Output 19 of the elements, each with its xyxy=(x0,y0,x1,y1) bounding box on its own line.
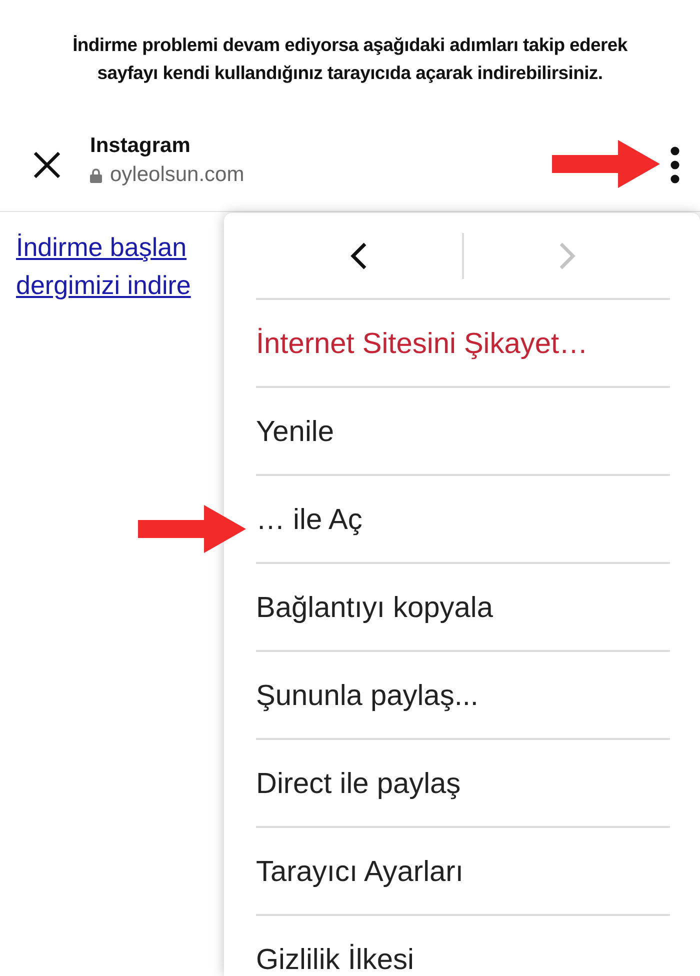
close-icon xyxy=(32,150,62,180)
instruction-text: İndirme problemi devam ediyorsa aşağıdaki adımları takip ederek xyxy=(72,33,628,57)
instruction-text: sayfayı kendi kullandığınız tarayıcıda açarak indirebilirsiniz. xyxy=(96,61,604,85)
more-icon xyxy=(670,146,680,184)
page-link[interactable]: İndirme başlan xyxy=(16,232,187,262)
close-button[interactable] xyxy=(32,150,62,180)
lock-icon xyxy=(90,168,102,182)
menu-item[interactable]: … ile Aç xyxy=(256,476,670,564)
menu-item[interactable]: Direct ile paylaş xyxy=(256,740,670,828)
menu-item[interactable]: Bağlantıyı kopyala xyxy=(256,564,670,652)
url-text: oyleolsun.com xyxy=(110,162,244,188)
more-button[interactable] xyxy=(670,146,680,184)
page-link[interactable]: dergimizi indire xyxy=(16,270,191,300)
page-title: Instagram xyxy=(90,134,192,158)
menu-item[interactable]: Gizlilik İlkesi xyxy=(256,916,670,976)
menu-item[interactable]: Şununla paylaş... xyxy=(256,652,670,740)
menu-item[interactable]: İnternet Sitesini Şikayet… xyxy=(256,300,670,388)
menu-item[interactable]: Tarayıcı Ayarları xyxy=(256,828,670,916)
menu-item[interactable]: Yenile xyxy=(256,388,670,476)
